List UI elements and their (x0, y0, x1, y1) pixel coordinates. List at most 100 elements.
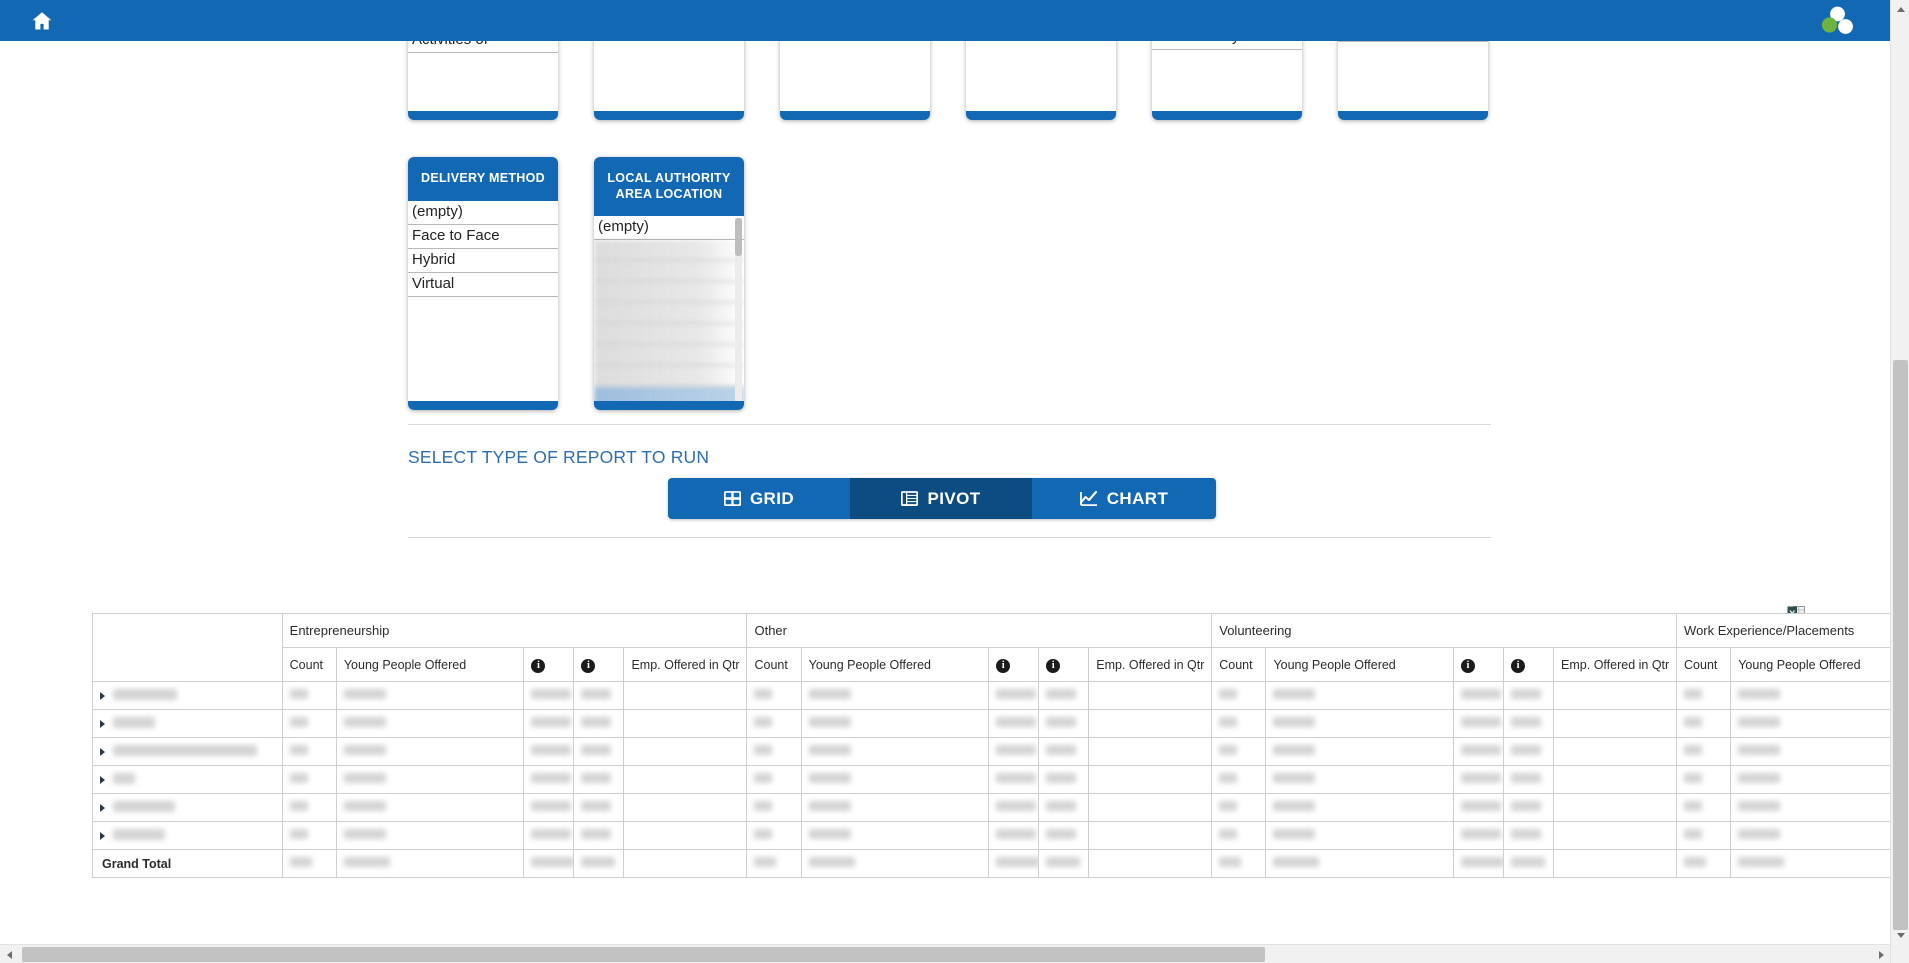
pivot-cell-value (1738, 716, 1781, 727)
col-count-work-experience[interactable]: Count (1676, 647, 1732, 682)
pivot-cell (1676, 737, 1732, 766)
local-authority-option[interactable]: x (594, 345, 744, 367)
pivot-cell (988, 709, 1040, 738)
local-authority-option-list[interactable]: (empty) x x x x x x x x (594, 216, 744, 404)
expand-triangle-icon[interactable] (100, 832, 105, 841)
local-authority-option[interactable]: x (594, 240, 744, 262)
table-row[interactable] (92, 737, 1890, 766)
report-type-button-group[interactable]: GRID PIVOT CHART (668, 478, 1216, 519)
col-info-icon[interactable]: i (523, 647, 575, 682)
table-row[interactable] (92, 821, 1890, 850)
pivot-cell-value (1461, 744, 1502, 755)
pivot-table-container[interactable]: Entrepreneurship Other Volunteering Work… (92, 613, 1890, 933)
grand-total-cell (988, 849, 1040, 878)
grand-total-value (808, 856, 855, 867)
vertical-scrollbar-thumb[interactable] (1893, 360, 1908, 930)
local-authority-option[interactable]: x (594, 282, 744, 304)
brand-logo-icon[interactable] (1814, 4, 1860, 38)
expand-triangle-icon[interactable] (100, 776, 105, 785)
horizontal-scrollbar[interactable] (0, 944, 1890, 963)
pivot-report-button[interactable]: PIVOT (850, 478, 1032, 519)
info-icon[interactable]: i (531, 658, 546, 673)
divider-bottom (408, 537, 1491, 538)
pivot-cell (1453, 681, 1505, 710)
pivot-group-other[interactable]: Other (746, 613, 1213, 648)
pivot-cell (523, 681, 575, 710)
delivery-method-option-empty[interactable]: (empty) (408, 201, 558, 225)
select-report-type-label: SELECT TYPE OF REPORT TO RUN (408, 447, 710, 467)
local-authority-option[interactable]: x (594, 303, 744, 325)
info-icon[interactable]: i (1046, 658, 1061, 673)
pivot-cell (1211, 681, 1267, 710)
local-authority-option[interactable]: x (594, 366, 744, 388)
local-authority-option[interactable]: x (594, 261, 744, 283)
pivot-cell-value (343, 800, 386, 811)
info-icon[interactable]: i (996, 658, 1011, 673)
expand-triangle-icon[interactable] (100, 720, 105, 729)
col-emp-offered-other[interactable]: Emp. Offered in Qtr (1088, 647, 1213, 682)
pivot-row-label[interactable] (92, 765, 283, 794)
vertical-scrollbar[interactable] (1890, 0, 1909, 963)
col-young-people-offered-volunteering[interactable]: Young People Offered (1265, 647, 1455, 682)
local-authority-option-empty[interactable]: (empty) (594, 216, 744, 241)
delivery-method-option-hybrid[interactable]: Hybrid (408, 249, 558, 274)
local-authority-scrollbar[interactable] (735, 218, 742, 402)
horizontal-scrollbar-thumb[interactable] (22, 947, 1265, 962)
col-count-entrepreneurship[interactable]: Count (281, 647, 337, 682)
delivery-method-option-virtual[interactable]: Virtual (408, 273, 558, 298)
pivot-row-label[interactable] (92, 793, 283, 822)
info-icon[interactable]: i (1461, 658, 1476, 673)
col-info-icon[interactable]: i (1038, 647, 1090, 682)
col-emp-offered-entrepreneurship[interactable]: Emp. Offered in Qtr (623, 647, 748, 682)
delivery-method-option-list[interactable]: (empty) Face to Face Hybrid Virtual (408, 201, 558, 393)
local-authority-option[interactable]: x (594, 324, 744, 346)
pivot-cell (988, 821, 1040, 850)
scroll-up-arrow[interactable] (1891, 0, 1909, 18)
info-icon[interactable]: i (581, 658, 596, 673)
col-info-icon[interactable]: i (988, 647, 1040, 682)
scrollbar-thumb[interactable] (735, 218, 742, 257)
col-count-volunteering[interactable]: Count (1211, 647, 1267, 682)
col-info-icon[interactable]: i (573, 647, 625, 682)
expand-triangle-icon[interactable] (100, 804, 105, 813)
info-icon[interactable]: i (1511, 658, 1526, 673)
table-row[interactable] (92, 765, 1890, 794)
pivot-group-work-experience[interactable]: Work Experience/Placements (1676, 613, 1890, 648)
col-young-people-offered-other[interactable]: Young People Offered (800, 647, 990, 682)
col-info-icon[interactable]: i (1453, 647, 1505, 682)
table-row[interactable] (92, 681, 1890, 710)
grand-total-cell (1211, 849, 1267, 878)
expand-triangle-icon[interactable] (100, 748, 105, 757)
col-count-other[interactable]: Count (746, 647, 802, 682)
col-emp-offered-volunteering[interactable]: Emp. Offered in Qtr (1553, 647, 1678, 682)
filter-card-local-authority[interactable]: LOCAL AUTHORITY AREA LOCATION (empty) x … (594, 157, 744, 410)
pivot-cell (1211, 821, 1267, 850)
pivot-row-label[interactable] (92, 821, 283, 850)
col-info-icon[interactable]: i (1503, 647, 1555, 682)
scroll-down-arrow[interactable] (1891, 926, 1909, 944)
grid-report-button[interactable]: GRID (668, 478, 850, 519)
col-young-people-offered-entrepreneurship[interactable]: Young People Offered (335, 647, 525, 682)
pivot-row-label[interactable] (92, 681, 283, 710)
pivot-group-entrepreneurship[interactable]: Entrepreneurship (281, 613, 748, 648)
scroll-left-arrow[interactable] (0, 945, 18, 963)
pivot-group-volunteering[interactable]: Volunteering (1211, 613, 1678, 648)
pivot-cell-value (1273, 828, 1316, 839)
filter-card-delivery-method[interactable]: DELIVERY METHOD (empty) Face to Face Hyb… (408, 157, 558, 410)
chart-report-button[interactable]: CHART (1032, 478, 1216, 519)
home-icon[interactable] (30, 9, 54, 33)
pivot-row-label[interactable] (92, 709, 283, 738)
delivery-method-option-face-to-face[interactable]: Face to Face (408, 225, 558, 249)
col-young-people-offered-work-experience[interactable]: Young People Offered (1730, 647, 1890, 682)
expand-triangle-icon[interactable] (100, 692, 105, 701)
pivot-table-body[interactable]: Grand Total (92, 681, 1890, 878)
pivot-cell-value (1273, 688, 1316, 699)
pivot-cell-value (754, 800, 773, 811)
pivot-cell (1730, 737, 1890, 766)
table-row[interactable] (92, 709, 1890, 738)
pivot-row-label[interactable] (92, 737, 283, 766)
table-row[interactable] (92, 793, 1890, 822)
pivot-table[interactable]: Entrepreneurship Other Volunteering Work… (92, 613, 1890, 878)
pivot-cell (800, 681, 990, 710)
scroll-right-arrow[interactable] (1872, 945, 1890, 963)
